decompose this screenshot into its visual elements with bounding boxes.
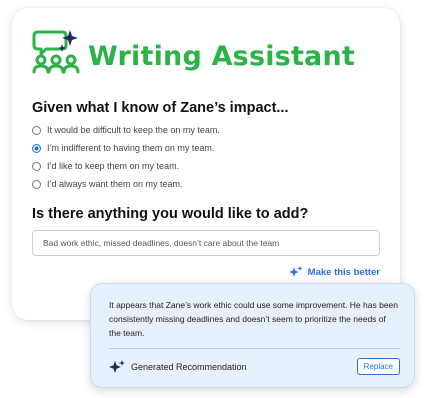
recommendation-text: It appears that Zane’s work ethic could …	[109, 300, 398, 338]
radio-button[interactable]	[32, 179, 41, 189]
radio-button-selected[interactable]	[32, 143, 41, 153]
page-title: Writing Assistant	[88, 41, 356, 72]
replace-button[interactable]: Replace	[356, 358, 400, 375]
question-add-label: Is there anything you would like to add?	[32, 206, 309, 222]
make-this-better-label: Make this better	[307, 266, 380, 278]
writing-assistant-card: Writing Assistant Given what I know of Z…	[12, 8, 400, 320]
radio-option-always-want[interactable]: I’d always want them on my team.	[32, 176, 380, 192]
generated-recommendation-popup: It appears that Zane’s work ethic could …	[90, 283, 415, 388]
radio-option-difficult[interactable]: It would be difficult to keep the on my …	[32, 122, 380, 138]
radio-option-label: I’d like to keep them on my team.	[47, 161, 180, 171]
question-impact-label: Given what I know of Zane’s impact...	[32, 100, 289, 116]
make-better-row: Make this better	[32, 266, 380, 278]
radio-option-indifferent[interactable]: I’m indifferent to having them on my tea…	[32, 140, 380, 156]
popup-footer: Generated Recommendation Replace	[109, 358, 400, 375]
radio-option-label: It would be difficult to keep the on my …	[47, 125, 220, 135]
popup-divider	[109, 348, 400, 349]
generated-recommendation-label: Generated Recommendation	[109, 359, 247, 374]
additional-comments-input[interactable]: Bad work ethic, missed deadlines, doesn’…	[32, 230, 380, 256]
generated-recommendation-text: Generated Recommendation	[131, 361, 247, 372]
radio-button[interactable]	[32, 161, 41, 171]
radio-option-like-to-keep[interactable]: I’d like to keep them on my team.	[32, 158, 380, 174]
stage: Writing Assistant Given what I know of Z…	[0, 0, 425, 398]
input-value: Bad work ethic, missed deadlines, doesn’…	[43, 238, 280, 248]
impact-radio-group: It would be difficult to keep the on my …	[32, 122, 380, 192]
team-speech-bubble-sparkle-icon	[32, 30, 80, 74]
sparkle-icon	[109, 359, 125, 373]
radio-button[interactable]	[32, 125, 41, 135]
make-this-better-button[interactable]: Make this better	[288, 266, 380, 278]
sparkle-icon	[288, 266, 303, 277]
radio-option-label: I’d always want them on my team.	[47, 179, 183, 189]
radio-option-label: I’m indifferent to having them on my tea…	[47, 143, 215, 153]
title-row: Writing Assistant	[32, 24, 380, 74]
